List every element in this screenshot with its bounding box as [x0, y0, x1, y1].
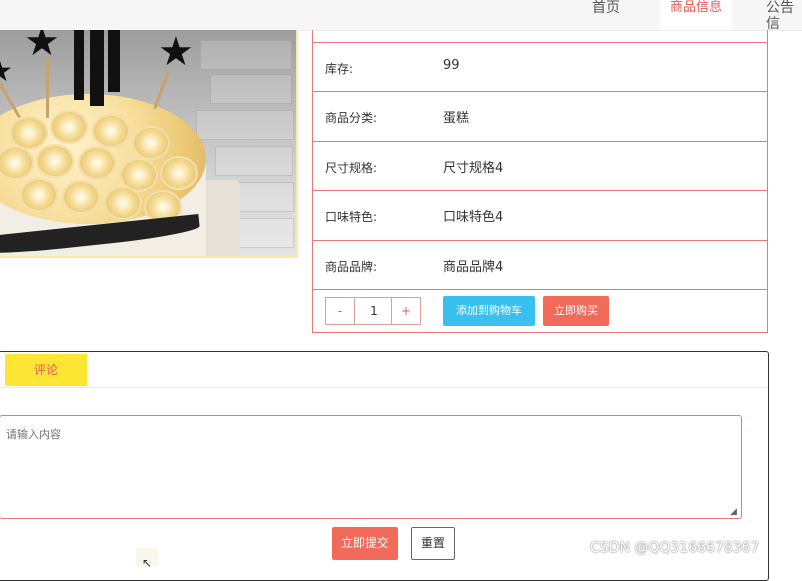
- purchase-actions: - 1 + 添加到购物车 立即购买: [313, 289, 767, 333]
- increment-button[interactable]: +: [391, 298, 420, 324]
- product-info-table: 库存: 99 商品分类: 蛋糕 尺寸规格: 尺寸规格4 口味特色: 口味特色4 …: [312, 30, 768, 333]
- brand-value: 商品品牌4: [443, 260, 504, 275]
- top-nav: 首页 商品信息 公告信: [0, 0, 802, 32]
- info-row-stock: 库存: 99: [313, 42, 767, 92]
- mouse-cursor-icon: ↖: [142, 556, 153, 570]
- info-row-brand: 商品品牌: 商品品牌4: [313, 240, 767, 290]
- quantity-stepper[interactable]: - 1 +: [325, 297, 421, 325]
- buy-now-button[interactable]: 立即购买: [543, 296, 609, 326]
- size-label: 尺寸规格:: [325, 161, 378, 175]
- category-value: 蛋糕: [443, 111, 470, 126]
- watermark: CSDN @QQ3166678367: [590, 540, 760, 556]
- info-row-size: 尺寸规格: 尺寸规格4: [313, 141, 767, 191]
- category-label: 商品分类:: [325, 111, 378, 125]
- reset-button[interactable]: 重置: [411, 527, 455, 560]
- size-value: 尺寸规格4: [443, 161, 504, 176]
- comment-tab-bar: 评论: [0, 352, 767, 388]
- nav-item-products[interactable]: 商品信息: [660, 0, 732, 30]
- info-row-flavor: 口味特色: 口味特色4: [313, 190, 767, 240]
- brand-label: 商品品牌:: [325, 260, 378, 274]
- info-row-category: 商品分类: 蛋糕: [313, 91, 767, 141]
- stock-value: 99: [443, 58, 460, 73]
- product-image: ★ ★ ★: [0, 30, 298, 258]
- nav-item-notices[interactable]: 公告信: [766, 0, 802, 32]
- quantity-input[interactable]: 1: [355, 298, 393, 324]
- nav-item-home[interactable]: 首页: [592, 0, 620, 30]
- stock-label: 库存:: [325, 62, 354, 76]
- flavor-label: 口味特色:: [325, 210, 378, 224]
- add-to-cart-button[interactable]: 添加到购物车: [443, 296, 535, 326]
- resize-grip-icon[interactable]: ◢: [730, 508, 738, 517]
- decrement-button[interactable]: -: [326, 298, 355, 324]
- flavor-value: 口味特色4: [443, 210, 504, 225]
- tab-comments[interactable]: 评论: [5, 354, 87, 386]
- comment-input[interactable]: [0, 415, 742, 519]
- submit-comment-button[interactable]: 立即提交: [332, 527, 398, 560]
